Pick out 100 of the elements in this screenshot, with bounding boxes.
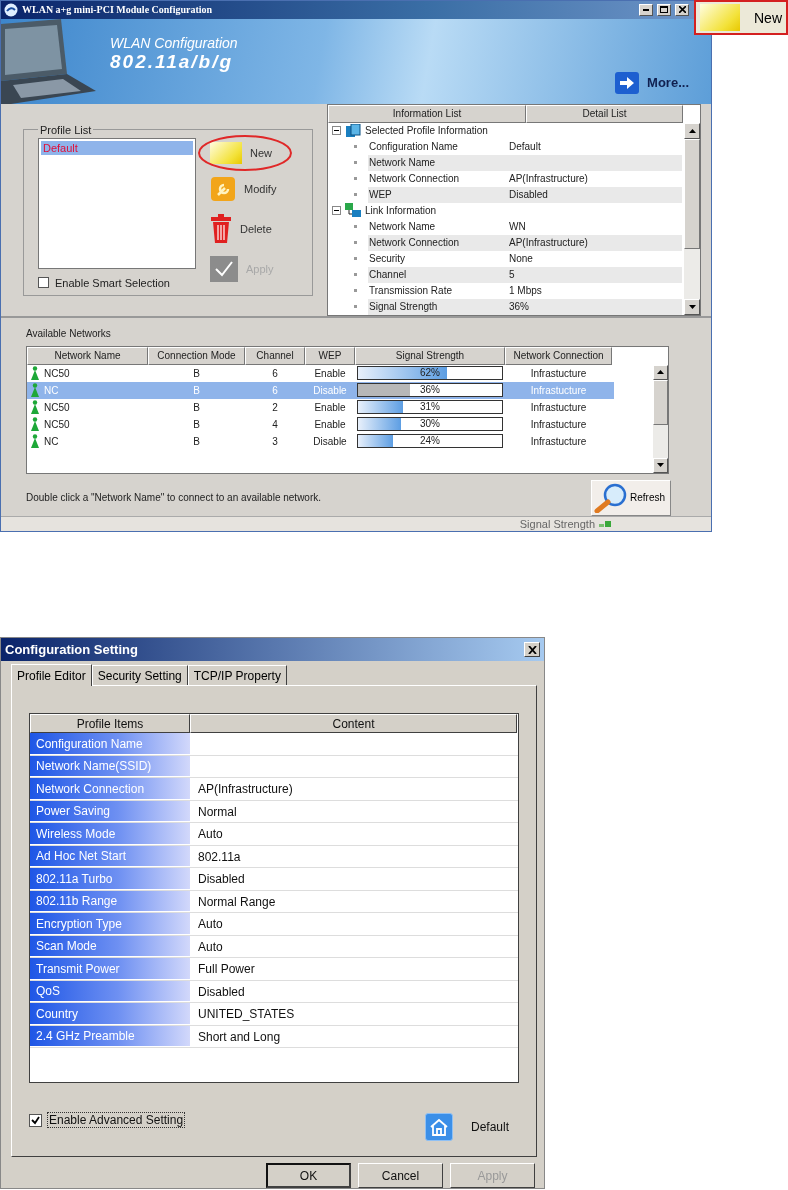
more-link[interactable]: More... [615, 71, 689, 94]
column-header[interactable]: Channel [245, 346, 305, 365]
profile-item: Encryption Type [30, 913, 190, 935]
hint-text: Double click a "Network Name" to connect to an available network. [26, 492, 322, 504]
status-label: Signal Strength [519, 517, 595, 530]
checkbox-label: Enable Advanced Setting [47, 1112, 186, 1129]
table-cell-text: UNITED_STATES [197, 1006, 296, 1024]
network-row[interactable]: NC50 B 6 Enable 62% Infrastucture [27, 364, 614, 382]
signal-meter: 24% [357, 434, 503, 449]
table-cell-text: Enable [313, 401, 347, 413]
info-name: Network Connection [369, 173, 461, 185]
table-cell-text: 3 [271, 435, 279, 447]
signal-meter: 36% [357, 383, 503, 398]
profile-item: Power Saving [30, 800, 190, 823]
table-cell-text: Normal Range [197, 893, 277, 911]
network-row[interactable]: NC B 3 Disable 24% Infrastucture [27, 432, 614, 450]
column-header[interactable]: Detail List [526, 104, 683, 123]
table-cell-text: 2 [271, 401, 279, 413]
info-name: Security [369, 253, 407, 265]
tab[interactable]: Profile Editor [11, 664, 92, 687]
tree-group-title: Selected Profile Information [365, 125, 488, 137]
table-cell-text: Short and Long [197, 1028, 282, 1046]
table-cell-text: Auto [197, 916, 224, 934]
dialog-button[interactable]: Cancel [358, 1163, 443, 1188]
profile-item: 2.4 GHz Preamble [30, 1025, 190, 1048]
network-row[interactable]: NC50 B 2 Enable 31% Infrastucture [27, 398, 614, 416]
network-name: NC50 [44, 418, 70, 430]
column-header[interactable]: Profile Items [30, 714, 190, 734]
table-cell-text: B [192, 367, 201, 379]
profile-item: 802.11b Range [30, 890, 190, 913]
table-cell-text: Enable [313, 418, 347, 430]
network-row[interactable]: NC50 B 4 Enable 30% Infrastucture [27, 415, 614, 433]
refresh-button[interactable]: Refresh [591, 479, 671, 516]
column-header[interactable]: Signal Strength [355, 346, 505, 365]
default-label: Default [470, 1120, 509, 1135]
banner-title: WLAN Configuration [110, 35, 238, 52]
info-name: Channel [369, 269, 408, 281]
profile-item: Scan Mode [30, 935, 190, 958]
callout-label: New [754, 9, 782, 26]
profile-item: Wireless Mode [30, 823, 190, 845]
table-cell-text: AP(Infrastructure) [197, 781, 294, 799]
profile-item: Network Name(SSID) [30, 755, 190, 778]
network-name: NC [44, 435, 59, 447]
column-header[interactable]: Content [190, 714, 517, 734]
profile-item: Network Connection [30, 778, 190, 800]
info-name: Configuration Name [369, 141, 459, 153]
table-cell-text: 802.11a [197, 848, 242, 866]
info-name: Network Name [369, 157, 437, 169]
info-name: Network Connection [369, 237, 461, 249]
info-value: 5 [509, 269, 515, 281]
info-name: Signal Strength [369, 301, 439, 313]
table-cell-text: Infrastucture [529, 418, 588, 430]
network-name: NC50 [44, 367, 70, 379]
table-cell-text: Disable [312, 435, 348, 447]
window-title: WLAN a+g mini-PCI Module Configuration [22, 4, 214, 16]
tree-group-title: Link Information [365, 205, 437, 217]
tab[interactable]: Security Setting [91, 665, 188, 686]
new-button[interactable]: New [206, 139, 276, 166]
table-cell-text: B [192, 435, 201, 447]
dialog-button[interactable]: OK [266, 1163, 351, 1188]
table-cell-text: Disabled [197, 871, 246, 889]
signal-meter: 31% [357, 400, 503, 415]
table-cell-text: 4 [271, 418, 279, 430]
table-cell-text: 6 [271, 367, 279, 379]
network-name: NC50 [44, 401, 70, 413]
column-header[interactable]: Network Name [27, 346, 148, 365]
info-value: AP(Infrastructure) [509, 237, 588, 249]
profile-item: Transmit Power [30, 958, 190, 980]
column-header[interactable]: WEP [305, 346, 355, 365]
info-value: 36% [509, 301, 529, 313]
table-cell-text: Infrastucture [529, 435, 588, 447]
table-cell-text: Infrastucture [529, 367, 588, 379]
column-header[interactable]: Connection Mode [148, 346, 245, 365]
dialog-title: Configuration Setting [5, 642, 138, 658]
profile-item: Country [30, 1003, 190, 1025]
table-cell-text: Auto [197, 826, 224, 844]
info-value: 1 Mbps [509, 285, 542, 297]
table-cell-text: Auto [197, 938, 224, 956]
table-cell-text: Infrastucture [529, 401, 588, 413]
delete-button[interactable]: Delete [206, 211, 276, 246]
section-label: Available Networks [26, 327, 111, 339]
info-value: Default [509, 141, 541, 153]
table-cell-text: 6 [271, 384, 279, 396]
table-cell-text: Infrastucture [529, 384, 588, 396]
tab[interactable]: TCP/IP Property [187, 665, 287, 686]
table-cell-text: B [192, 418, 201, 430]
info-value: WN [509, 221, 526, 233]
table-cell-text: B [192, 384, 201, 396]
table-cell-text: Enable [313, 367, 347, 379]
table-cell-text: Disable [312, 384, 348, 396]
network-name: NC [44, 384, 59, 396]
info-value: None [509, 253, 533, 265]
modify-button[interactable]: Modify [206, 173, 281, 204]
profile-item: QoS [30, 980, 190, 1003]
column-header[interactable]: Network Connection [505, 346, 612, 365]
profile-item: Ad Hoc Net Start [30, 845, 190, 868]
banner-subtitle: 802.11a/b/g [110, 51, 235, 74]
column-header[interactable]: Information List [328, 104, 526, 123]
info-name: Transmission Rate [369, 285, 453, 297]
network-row[interactable]: NC B 6 Disable 36% Infrastucture [27, 381, 614, 399]
